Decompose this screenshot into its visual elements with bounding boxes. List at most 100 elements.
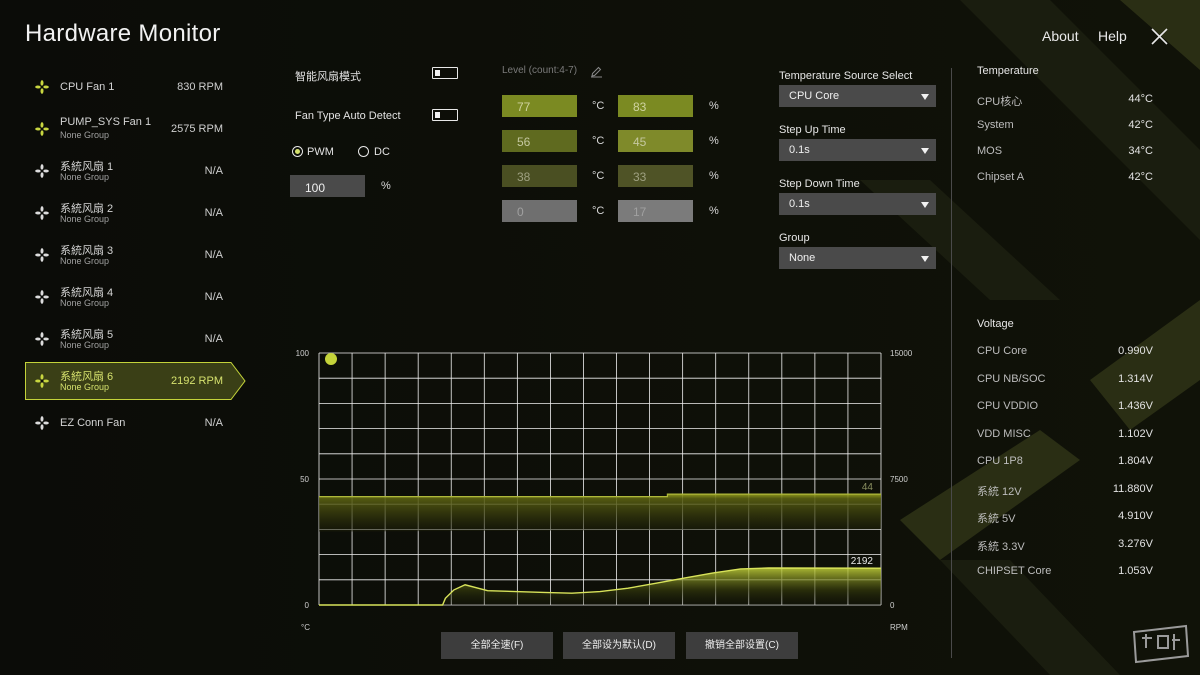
voltage-sensor-value: 3.276V <box>1118 537 1153 550</box>
left-axis-unit: °C <box>301 623 310 632</box>
step-down-value: 0.1s <box>789 198 810 210</box>
fan-list-item-8[interactable]: 系統风扇 6 None Group 2192 RPM <box>25 360 247 402</box>
level-1-speed-unit: % <box>709 100 719 112</box>
temperature-sensor-name: System <box>977 119 1014 131</box>
rpm-current-label: 2192 <box>851 556 874 567</box>
watermark-logo <box>1132 624 1190 664</box>
fan-group: None Group <box>60 382 110 392</box>
fan-list-item-4[interactable]: 系統风扇 2 None Group N/A <box>25 192 247 234</box>
voltage-sensor-name: 系統 3.3V <box>977 540 1025 553</box>
fan-icon <box>35 290 49 304</box>
fan-list-item-5[interactable]: 系統风扇 3 None Group N/A <box>25 234 247 276</box>
fan-name: PUMP_SYS Fan 1 <box>60 116 152 128</box>
group-label: Group <box>779 232 810 244</box>
fan-icon <box>35 332 49 346</box>
fan-icon <box>35 416 49 430</box>
fan-icon <box>35 122 49 136</box>
left-axis-tick: 50 <box>300 475 309 484</box>
temperature-current-label: 44 <box>862 482 874 493</box>
level-4-speed-unit: % <box>709 205 719 217</box>
step-up-label: Step Up Time <box>779 124 846 136</box>
dropdown-arrow-icon <box>921 202 929 208</box>
voltage-sensor-value: 1.053V <box>1118 565 1153 577</box>
curve-point-handle[interactable] <box>325 353 337 365</box>
level-3-temp-input[interactable]: 38 <box>502 165 577 187</box>
pwm-label: PWM <box>307 146 334 158</box>
step-up-select[interactable]: 0.1s <box>779 139 936 161</box>
level-3-speed-input[interactable]: 33 <box>618 165 693 187</box>
voltage-sensor-name: CPU 1P8 <box>977 455 1023 467</box>
help-link[interactable]: Help <box>1098 28 1127 44</box>
rpm-series-fill <box>319 568 881 605</box>
right-axis-tick: 0 <box>890 601 895 610</box>
fan-curve-chart[interactable]: 44 2192 0 50 100 0 7500 15000 °C RPM <box>285 340 925 640</box>
fan-list-item-3[interactable]: 系統风扇 1 None Group N/A <box>25 150 247 192</box>
smart-fan-mode-toggle[interactable] <box>432 67 458 79</box>
right-axis-tick: 15000 <box>890 349 913 358</box>
level-1-temp-input[interactable]: 77 <box>502 95 577 117</box>
fan-type-auto-detect-toggle[interactable] <box>432 109 458 121</box>
level-3-speed-unit: % <box>709 170 719 182</box>
fan-list-item-6[interactable]: 系統风扇 4 None Group N/A <box>25 276 247 318</box>
fan-list-item-9[interactable]: EZ Conn Fan N/A <box>25 402 247 444</box>
temperature-series-fill <box>319 494 881 532</box>
voltage-sensor-name: CHIPSET Core <box>977 565 1052 577</box>
temperature-title: Temperature <box>977 65 1039 77</box>
edit-icon[interactable] <box>590 65 603 78</box>
group-select[interactable]: None <box>779 247 936 269</box>
fan-icon <box>35 80 49 94</box>
dc-radio[interactable] <box>358 146 369 157</box>
voltage-sensor-value: 0.990V <box>1118 345 1153 357</box>
voltage-sensor-value: 4.910V <box>1118 510 1153 522</box>
right-axis-tick: 7500 <box>890 475 908 484</box>
step-down-select[interactable]: 0.1s <box>779 193 936 215</box>
fan-name: CPU Fan 1 <box>60 81 115 93</box>
level-4-speed-input[interactable]: 17 <box>618 200 693 222</box>
fan-name: EZ Conn Fan <box>60 417 126 429</box>
close-icon[interactable] <box>1151 28 1168 45</box>
fan-speed: N/A <box>204 207 223 219</box>
temperature-sensor-name: Chipset A <box>977 171 1025 183</box>
level-2-speed-input[interactable]: 45 <box>618 130 693 152</box>
voltage-sensor-name: 系統 5V <box>977 513 1016 525</box>
left-axis-tick: 0 <box>305 601 310 610</box>
temperature-sensor-value: 34°C <box>1128 145 1153 157</box>
level-3-temp-unit: °C <box>592 170 605 182</box>
pwm-radio[interactable] <box>292 146 303 157</box>
temperature-sensor-name: MOS <box>977 145 1003 157</box>
group-value: None <box>789 252 816 264</box>
dropdown-arrow-icon <box>921 148 929 154</box>
voltage-sensor-name: VDD MISC <box>977 427 1031 440</box>
voltage-sensor-name: CPU NB/SOC <box>977 372 1046 385</box>
about-link[interactable]: About <box>1042 28 1079 44</box>
level-2-temp-input[interactable]: 56 <box>502 130 577 152</box>
smart-fan-mode-label: 智能风扇模式 <box>295 71 361 83</box>
voltage-sensor-value: 1.314V <box>1118 372 1153 385</box>
level-1-speed-input[interactable]: 83 <box>618 95 693 117</box>
fan-group: None Group <box>60 340 110 350</box>
fan-group: None Group <box>60 172 110 182</box>
voltage-sensor-value: 1.102V <box>1118 427 1153 440</box>
temp-source-value: CPU Core <box>789 90 840 102</box>
fan-icon <box>35 374 49 388</box>
level-4-temp-input[interactable]: 0 <box>502 200 577 222</box>
voltage-sensor-value: 11.880V <box>1112 482 1153 495</box>
voltage-title: Voltage <box>977 318 1014 330</box>
level-2-temp-unit: °C <box>592 135 605 147</box>
fan-group: None Group <box>60 256 110 266</box>
app-title: Hardware Monitor <box>25 20 221 47</box>
fan-speed: N/A <box>204 249 223 261</box>
fan-list-item-7[interactable]: 系統风扇 5 None Group N/A <box>25 318 247 360</box>
fan-list-item-1[interactable]: CPU Fan 1 830 RPM <box>25 66 247 108</box>
fan-icon <box>35 248 49 262</box>
temp-source-select[interactable]: CPU Core <box>779 85 936 107</box>
fan-group: None Group <box>60 214 110 224</box>
fan-list-item-2[interactable]: PUMP_SYS Fan 1 None Group 2575 RPM <box>25 108 247 150</box>
temperature-sensor-value: 42°C <box>1128 171 1153 183</box>
voltage-sensor-name: CPU VDDIO <box>977 400 1039 412</box>
dc-label: DC <box>374 146 390 158</box>
duty-input[interactable]: 100 <box>290 175 365 197</box>
fan-icon <box>35 206 49 220</box>
temperature-sensor-name: CPU核心 <box>977 96 1023 108</box>
left-axis-tick: 100 <box>296 349 310 358</box>
